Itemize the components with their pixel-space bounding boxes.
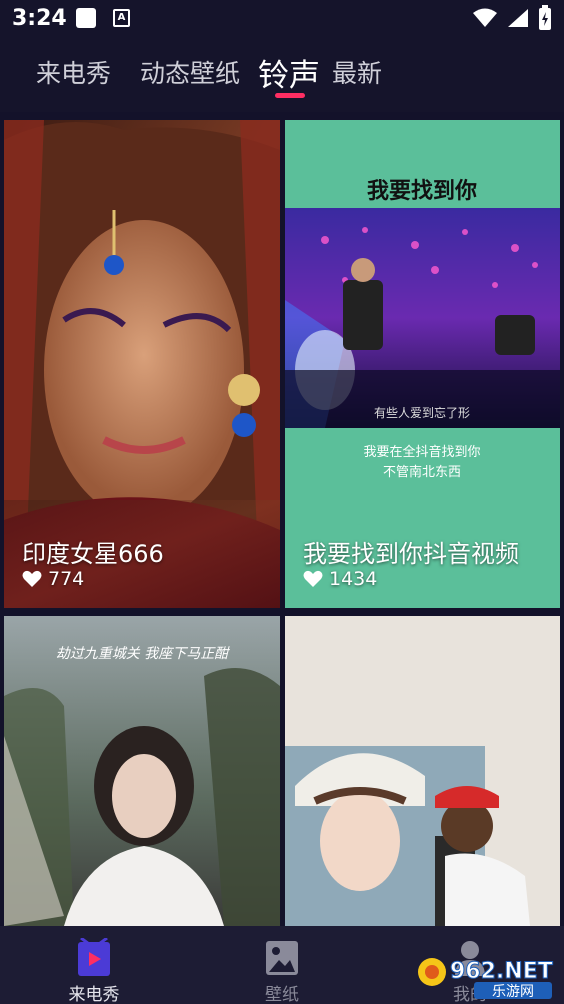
video-play-icon [78,938,110,976]
image-icon [266,941,298,975]
status-bar: 3:24 A [0,0,564,40]
card2-overlay-title: 我要找到你 [367,179,477,204]
nav-wallpaper[interactable]: 壁纸 [188,926,376,1004]
top-tab-bar: 来电秀 动态壁纸 铃声 最新 [0,40,564,112]
like-count: 1434 [329,568,378,590]
signal-icon [508,9,528,27]
like-count: 774 [48,568,85,590]
nav-caller-show[interactable]: 来电秀 [0,926,188,1004]
video-card[interactable] [285,616,560,926]
card2-caption: 不管南北东西 [383,464,461,480]
nav-label: 壁纸 [265,985,299,1004]
tab-latest[interactable]: 最新 [332,54,382,90]
tab-ringtone[interactable]: 铃声 [258,50,320,95]
video-card[interactable]: 我要找到你 有些人爱到忘了形 我要在全抖音找到你 不管南北东西 我要找到你抖音视… [285,120,560,608]
heart-icon [303,570,323,587]
tab-caller-show[interactable]: 来电秀 [36,54,111,90]
active-tab-indicator [275,93,305,98]
video-card[interactable]: 印度女星666 774 [4,120,280,608]
card3-overlay-text: 劫过九重城关 我座下马正酣 [56,646,230,662]
card-likes: 774 [22,568,84,590]
status-time: 3:24 [12,6,67,31]
card-thumbnail: 劫过九重城关 我座下马正酣 [4,616,280,926]
nav-label: 来电秀 [68,985,120,1004]
watermark-logo: 962.NET 乐游网 [418,958,553,1000]
notification-icon [76,8,96,28]
site-watermark: 962.NET 乐游网 [414,952,554,1000]
battery-icon [539,5,551,30]
status-icons [472,5,552,31]
card-likes: 1434 [303,568,377,590]
svg-text:乐游网: 乐游网 [492,984,534,1000]
svg-text:962.NET: 962.NET [450,959,553,984]
heart-icon [22,570,42,587]
card2-caption: 有些人爱到忘了形 [374,405,470,420]
card2-caption: 我要在全抖音找到你 [363,444,480,460]
tab-live-wallpaper[interactable]: 动态壁纸 [140,54,240,90]
video-grid: 印度女星666 774 我要找到你 有些人爱到忘了形 我要在全抖音找到你 不管南… [0,112,564,926]
card-title: 我要找到你抖音视频 [303,540,519,568]
wifi-icon [473,8,497,27]
card-thumbnail [285,616,560,926]
keyboard-icon: A [113,9,130,27]
video-card[interactable]: 劫过九重城关 我座下马正酣 [4,616,280,926]
card-title: 印度女星666 [22,540,164,568]
